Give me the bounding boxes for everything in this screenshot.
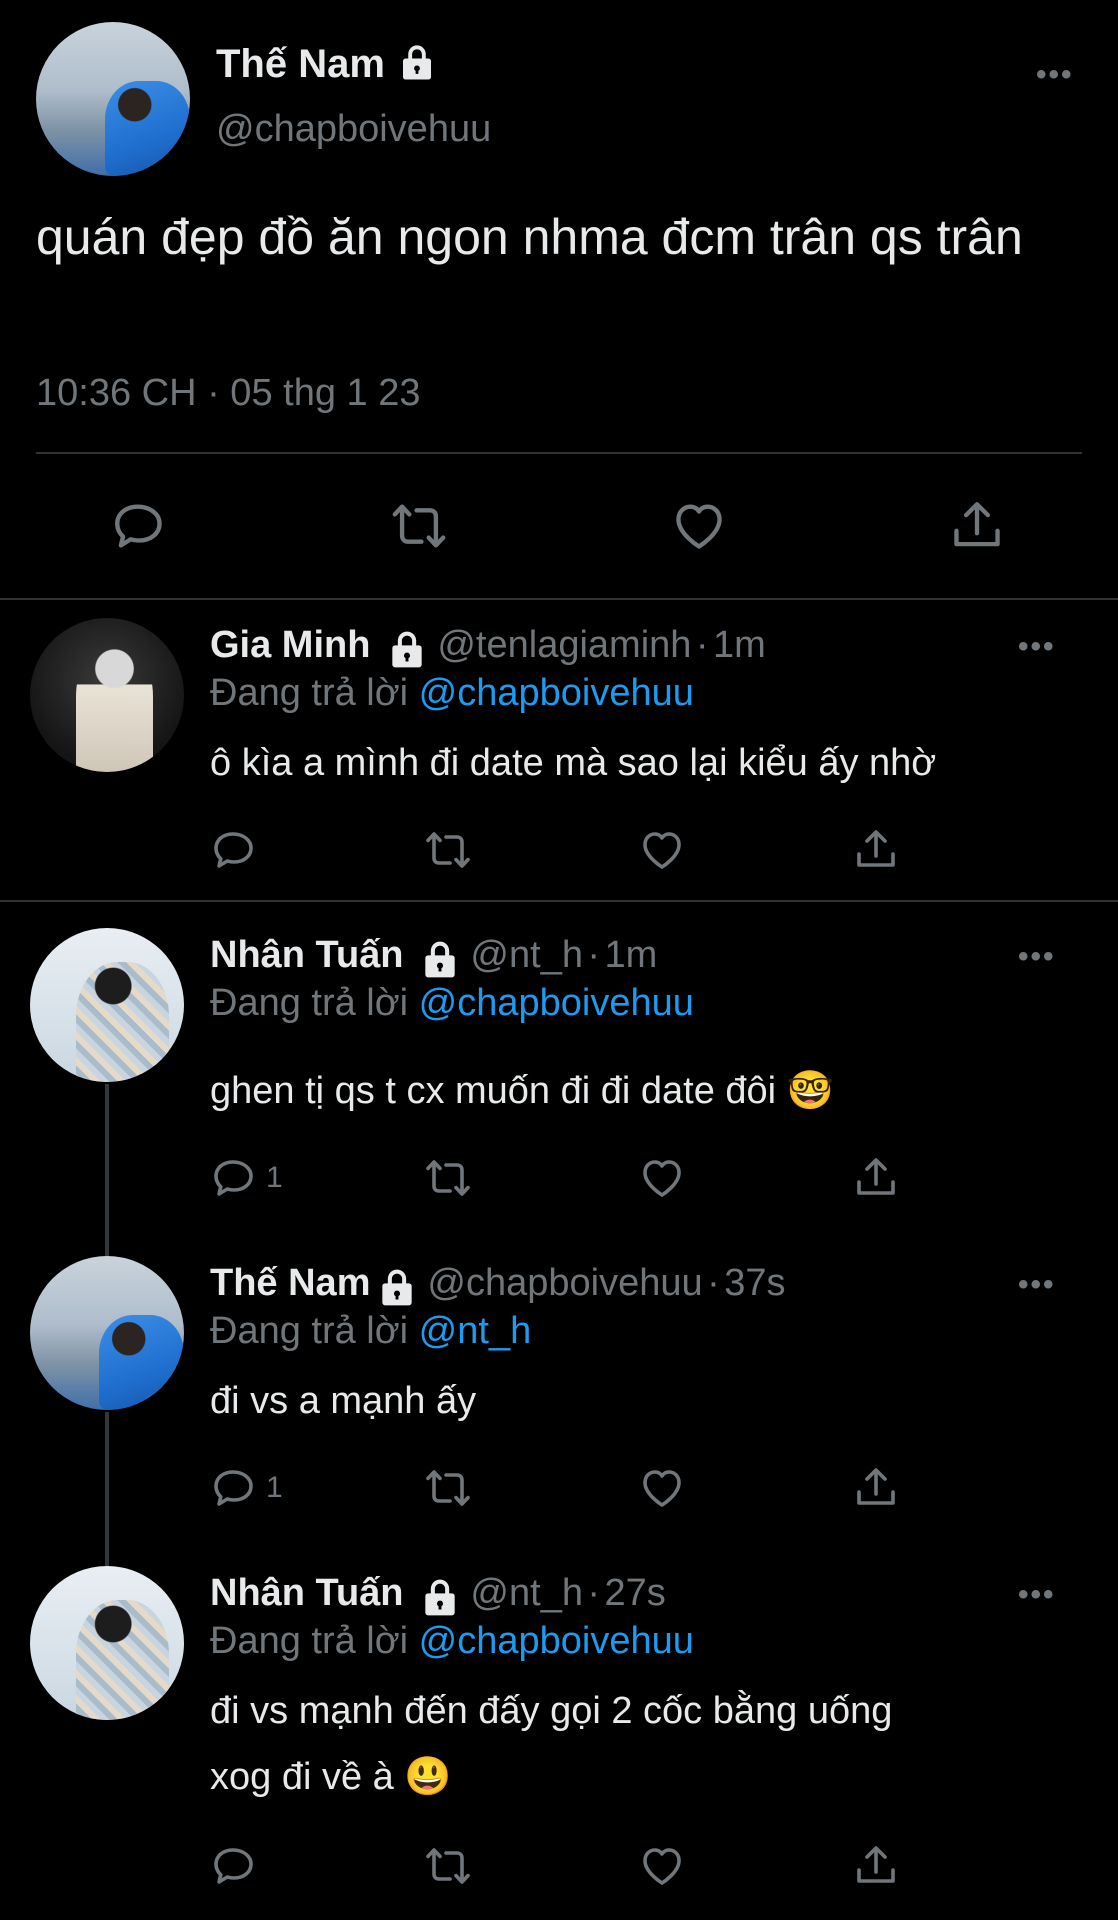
reply-button[interactable]: [110, 497, 168, 555]
reply-count: 1: [266, 1471, 283, 1504]
share-button[interactable]: [852, 826, 900, 874]
reply-count: 1: [266, 1161, 283, 1194]
share-icon: [852, 1842, 900, 1890]
like-button[interactable]: [638, 1154, 686, 1202]
author-name[interactable]: Gia Minh: [210, 624, 370, 666]
more-icon[interactable]: •••: [1018, 630, 1056, 664]
reply-button[interactable]: 1: [210, 1464, 283, 1512]
like-button[interactable]: [670, 497, 728, 555]
reply-time[interactable]: 27s: [605, 1572, 666, 1614]
tweet-text: đi vs a mạnh ấy: [210, 1380, 477, 1422]
thread-connector: [105, 1084, 109, 1256]
avatar[interactable]: [30, 1566, 184, 1720]
author-handle[interactable]: @tenlagiaminh: [437, 624, 691, 666]
more-icon[interactable]: •••: [1018, 1578, 1056, 1612]
tweet-text: ghen tị qs t cx muốn đi đi date đôi 🤓: [210, 1070, 834, 1112]
author-handle[interactable]: @chapboivehuu: [216, 108, 491, 151]
like-icon: [638, 1154, 686, 1202]
author-handle[interactable]: @chapboivehuu: [427, 1262, 702, 1304]
tweet-text: quán đẹp đồ ăn ngon nhma đcm trân qs trâ…: [36, 209, 1023, 265]
lock-icon: [418, 937, 462, 981]
tweet-timestamp[interactable]: 10:36 CH · 05 thg 1 23: [36, 372, 420, 415]
separator: ·: [707, 1262, 720, 1304]
divider: [0, 598, 1118, 600]
tweet-text: ô kìa a mình đi date mà sao lại kiểu ấy …: [210, 742, 937, 784]
replying-label: Đang trả lời: [210, 982, 409, 1024]
like-button[interactable]: [638, 1464, 686, 1512]
lock-icon: [396, 41, 438, 83]
replying-to-link[interactable]: @chapboivehuu: [419, 982, 694, 1024]
like-icon: [638, 1464, 686, 1512]
like-icon: [670, 497, 728, 555]
author-name[interactable]: Thế Nam: [210, 1262, 370, 1304]
share-button[interactable]: [852, 1842, 900, 1890]
share-icon: [948, 497, 1006, 555]
author-name[interactable]: Nhân Tuấn: [210, 1572, 404, 1614]
separator: ·: [587, 1572, 601, 1614]
thread-connector: [105, 1412, 109, 1566]
like-icon: [638, 826, 686, 874]
reply-time[interactable]: 1m: [605, 934, 658, 976]
author-handle[interactable]: @nt_h: [470, 1572, 583, 1614]
avatar[interactable]: [30, 618, 184, 772]
replying-label: Đang trả lời: [210, 1310, 409, 1352]
reply-icon: [210, 1464, 258, 1512]
separator: ·: [587, 934, 601, 976]
more-icon[interactable]: •••: [1018, 940, 1056, 974]
divider: [0, 900, 1118, 902]
author-name[interactable]: Thế Nam: [216, 42, 385, 86]
reply-icon: [210, 1154, 258, 1202]
avatar[interactable]: [30, 928, 184, 1082]
share-button[interactable]: [852, 1464, 900, 1512]
separator: ·: [695, 624, 709, 666]
reply-icon: [210, 1842, 258, 1890]
more-icon[interactable]: •••: [1018, 1268, 1056, 1302]
avatar[interactable]: [30, 1256, 184, 1410]
reply-button[interactable]: [210, 1842, 266, 1890]
retweet-icon: [422, 1154, 474, 1202]
lock-icon: [385, 627, 429, 671]
share-icon: [852, 826, 900, 874]
replying-label: Đang trả lời: [210, 672, 409, 714]
divider: [36, 452, 1082, 454]
reply-time[interactable]: 37s: [724, 1262, 785, 1304]
retweet-icon: [422, 1464, 474, 1512]
more-icon[interactable]: •••: [1036, 58, 1074, 92]
author-handle[interactable]: @nt_h: [470, 934, 583, 976]
avatar[interactable]: [36, 22, 190, 176]
like-button[interactable]: [638, 1842, 686, 1890]
share-button[interactable]: [852, 1154, 900, 1202]
retweet-icon: [422, 1842, 474, 1890]
reply-time[interactable]: 1m: [713, 624, 766, 666]
replying-to-link[interactable]: @chapboivehuu: [419, 672, 694, 714]
like-button[interactable]: [638, 826, 686, 874]
lock-icon: [375, 1265, 419, 1309]
lock-icon: [418, 1575, 462, 1619]
replying-to-link[interactable]: @nt_h: [419, 1310, 532, 1352]
share-icon: [852, 1464, 900, 1512]
reply-icon: [210, 826, 258, 874]
retweet-button[interactable]: [422, 1842, 474, 1890]
retweet-icon: [422, 826, 474, 874]
retweet-button[interactable]: [388, 497, 450, 555]
author-name[interactable]: Nhân Tuấn: [210, 934, 404, 976]
share-button[interactable]: [948, 497, 1006, 555]
retweet-button[interactable]: [422, 1464, 474, 1512]
replying-to-link[interactable]: @chapboivehuu: [419, 1620, 694, 1662]
tweet-text-line: xog đi về à 😃: [210, 1756, 452, 1798]
retweet-button[interactable]: [422, 1154, 474, 1202]
retweet-icon: [388, 497, 450, 555]
replying-label: Đang trả lời: [210, 1620, 409, 1662]
share-icon: [852, 1154, 900, 1202]
reply-icon: [110, 497, 168, 555]
reply-button[interactable]: 1: [210, 1154, 283, 1202]
like-icon: [638, 1842, 686, 1890]
reply-button[interactable]: [210, 826, 266, 874]
tweet-text-line: đi vs mạnh đến đấy gọi 2 cốc bằng uống: [210, 1690, 893, 1732]
retweet-button[interactable]: [422, 826, 474, 874]
